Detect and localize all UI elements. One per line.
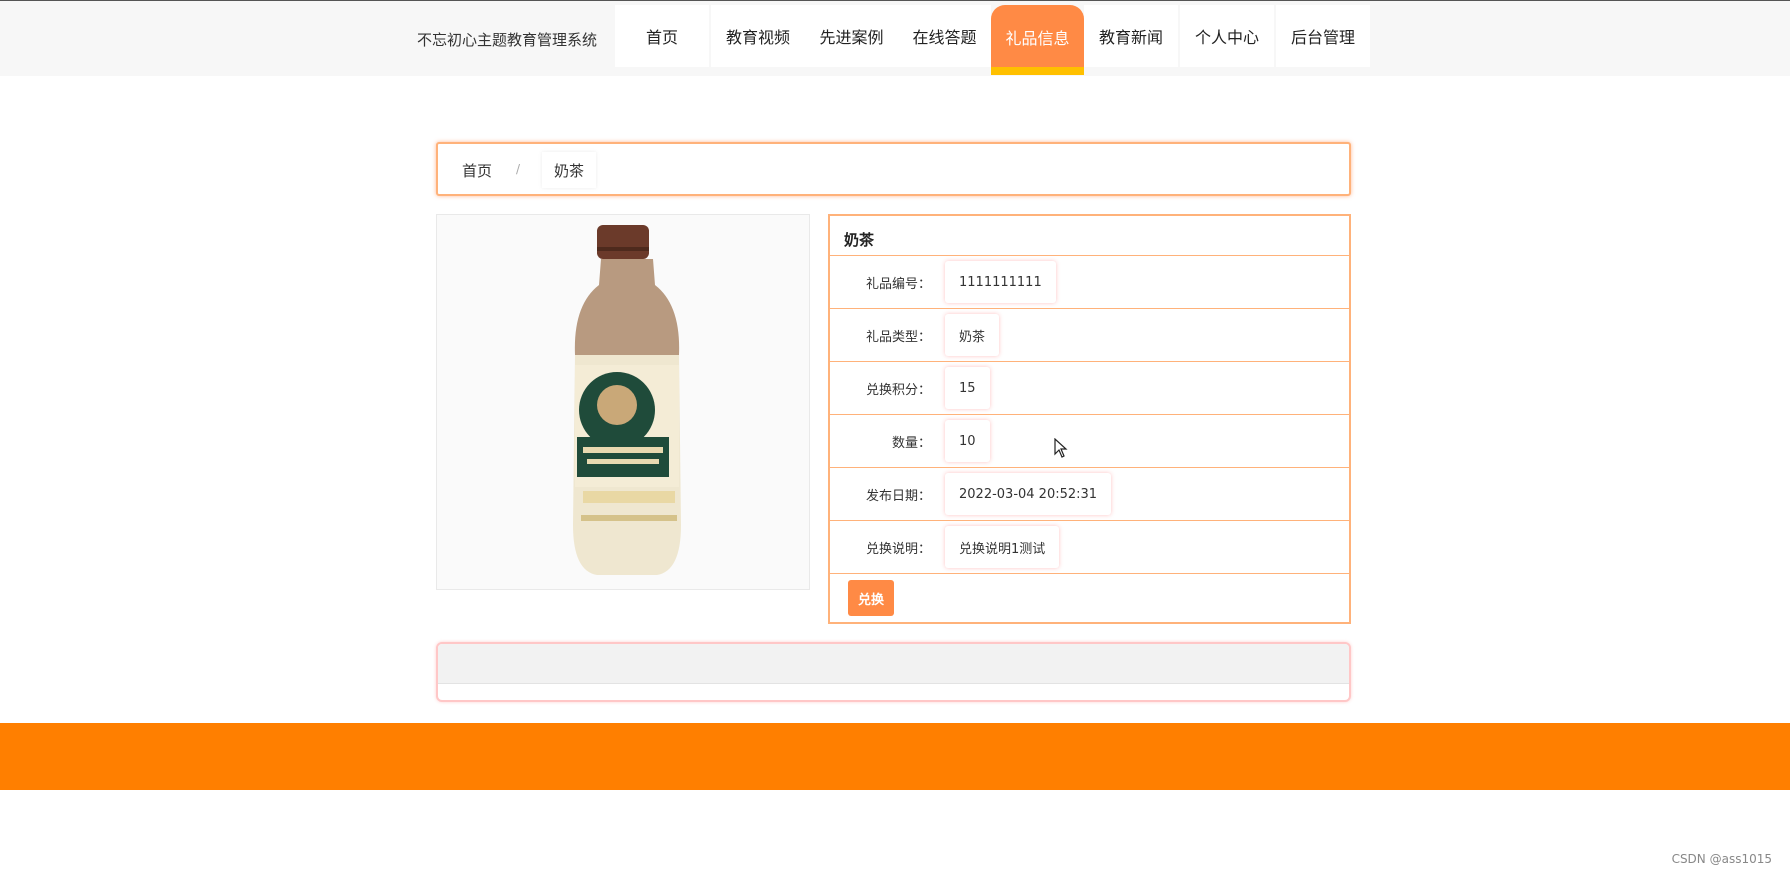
- footer-bar: [0, 723, 1790, 790]
- nav-item-home[interactable]: 首页: [615, 5, 709, 67]
- breadcrumb-separator: /: [516, 162, 521, 176]
- product-image-panel: [436, 214, 810, 590]
- field-label: 数量：: [891, 436, 931, 451]
- field-label: 礼品编号：: [865, 277, 931, 292]
- field-row-gift-type: 礼品类型： 奶茶: [830, 308, 1349, 361]
- field-value-gift-code: 1111111111: [945, 261, 1056, 303]
- field-row-quantity: 数量： 10: [830, 414, 1349, 467]
- field-value-points: 15: [945, 367, 990, 409]
- field-value-gift-type: 奶茶: [945, 314, 1000, 356]
- mouse-cursor-icon: [1054, 438, 1068, 458]
- site-title: 不忘初心主题教育管理系统: [417, 31, 598, 49]
- watermark: CSDN @ass1015: [1671, 852, 1772, 866]
- gift-title: 奶茶: [844, 231, 875, 249]
- field-row-exchange-note: 兑换说明： 兑换说明1测试: [830, 520, 1349, 573]
- comment-section-header: [438, 644, 1349, 684]
- nav-item-admin[interactable]: 后台管理: [1276, 5, 1370, 67]
- breadcrumb: 首页 / 奶茶: [436, 142, 1351, 196]
- nav-item-education-video[interactable]: 教育视频: [711, 5, 805, 67]
- field-row-gift-code: 礼品编号： 1111111111: [830, 255, 1349, 308]
- field-row-publish-date: 发布日期： 2022-03-04 20:52:31: [830, 467, 1349, 520]
- field-label: 兑换积分：: [865, 383, 931, 398]
- milk-tea-bottle-icon: [573, 225, 681, 575]
- field-label: 发布日期：: [865, 489, 931, 504]
- field-value-publish-date: 2022-03-04 20:52:31: [945, 473, 1112, 515]
- nav-item-education-news[interactable]: 教育新闻: [1084, 5, 1178, 67]
- breadcrumb-current: 奶茶: [542, 152, 597, 188]
- nav-item-online-quiz[interactable]: 在线答题: [898, 5, 991, 67]
- field-label: 兑换说明：: [865, 542, 931, 557]
- field-value-exchange-note: 兑换说明1测试: [945, 526, 1060, 568]
- top-header: 不忘初心主题教育管理系统 首页 教育视频 先进案例 在线答题 礼品信息 教育新闻…: [0, 0, 1790, 76]
- nav-item-gift-info[interactable]: 礼品信息: [991, 5, 1084, 75]
- breadcrumb-home-link[interactable]: 首页: [462, 160, 492, 181]
- field-value-quantity: 10: [945, 420, 990, 462]
- nav-item-advanced-cases[interactable]: 先进案例: [805, 5, 898, 67]
- page: 不忘初心主题教育管理系统 首页 教育视频 先进案例 在线答题 礼品信息 教育新闻…: [0, 0, 1790, 874]
- exchange-button[interactable]: 兑换: [848, 580, 894, 616]
- field-label: 礼品类型：: [865, 330, 931, 345]
- gift-detail-panel: 奶茶 礼品编号： 1111111111 礼品类型： 奶茶 兑换积分： 15 数量…: [828, 214, 1351, 624]
- action-row: 兑换: [830, 573, 1349, 622]
- nav-item-personal-center[interactable]: 个人中心: [1180, 5, 1274, 67]
- field-row-points: 兑换积分： 15: [830, 361, 1349, 414]
- comment-section: [436, 642, 1351, 702]
